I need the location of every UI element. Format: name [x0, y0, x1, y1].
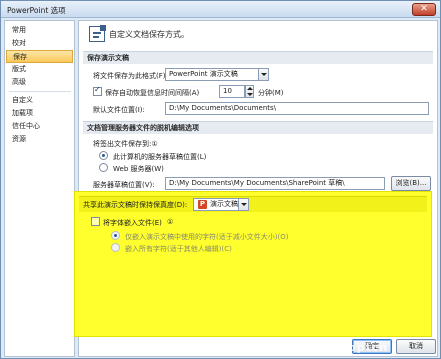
autorecover-minutes-input[interactable]: 10	[219, 85, 245, 98]
window-title: PowerPoint 选项	[7, 6, 66, 15]
save-document-icon	[89, 25, 106, 42]
spin-up-icon[interactable]	[247, 87, 253, 90]
sidebar-item-proofing[interactable]: 校对	[6, 37, 73, 50]
section-save-presentations: 保存演示文稿	[83, 51, 433, 64]
fidelity-presentation-select[interactable]: P 演示文稿1	[193, 198, 249, 211]
chevron-down-icon[interactable]	[258, 69, 268, 80]
radio-embed-all-chars[interactable]	[111, 243, 120, 252]
sidebar-item-layout[interactable]: 版式	[6, 63, 73, 76]
radio-embed-used-chars[interactable]	[111, 231, 120, 240]
autorecover-checkbox[interactable]	[93, 85, 102, 96]
page-title: 自定义文档保存方式。	[109, 30, 189, 39]
sidebar-item-addins[interactable]: 加载项	[6, 107, 73, 120]
radio-web-server-label[interactable]: Web 服务器(W)	[113, 164, 164, 174]
close-button[interactable]: ✕	[412, 3, 436, 16]
close-icon: ✕	[420, 4, 428, 14]
autorecover-label: 保存自动恢复信息时间间隔(A)	[105, 89, 200, 97]
embed-fonts-label[interactable]: 将字体嵌入文件(E)	[103, 218, 162, 228]
radio-embed-all-chars-label[interactable]: 嵌入所有字符(适于其他人编辑)(C)	[125, 244, 232, 254]
checkout-location-label: 将签出文件保存到:①	[93, 140, 158, 148]
sidebar-item-advanced[interactable]: 高级	[6, 76, 73, 89]
cancel-button[interactable]: 取消	[396, 339, 436, 354]
fidelity-label: 共享此演示文稿时保持保真度(D):	[83, 201, 188, 209]
autorecover-minutes-spinner[interactable]	[245, 85, 254, 98]
radio-embed-used-chars-label[interactable]: 仅嵌入演示文稿中使用的字符(适于减小文件大小)(O)	[125, 232, 288, 242]
save-format-label: 将文件保存为此格式(F):	[93, 72, 168, 80]
default-location-input[interactable]: D:\My Documents\Documents\	[165, 102, 429, 115]
section-offline-editing: 文档管理服务器文件的脱机编辑选项	[83, 121, 433, 134]
browse-button[interactable]: 浏览(B)...	[391, 176, 431, 191]
sidebar-item-save[interactable]: 保存	[6, 50, 73, 63]
sidebar-item-general[interactable]: 常用	[6, 24, 73, 37]
sidebar: 常用 校对 保存 版式 高级 自定义 加载项 信任中心 资源	[4, 20, 75, 357]
minutes-unit-label: 分钟(M)	[258, 89, 284, 97]
sidebar-item-customize[interactable]: 自定义	[6, 94, 73, 107]
server-drafts-label: 服务器草稿位置(V):	[93, 181, 155, 189]
fidelity-section-highlight: 共享此演示文稿时保持保真度(D): P 演示文稿1 将字体嵌入文件(E) ① 仅…	[74, 191, 432, 337]
default-location-label: 默认文件位置(I):	[93, 106, 145, 114]
radio-web-server[interactable]	[99, 163, 108, 172]
sidebar-item-trust-center[interactable]: 信任中心	[6, 120, 73, 133]
save-format-select[interactable]: PowerPoint 演示文稿	[165, 68, 269, 81]
spin-down-icon[interactable]	[247, 93, 253, 96]
radio-local-drafts[interactable]	[99, 151, 108, 160]
server-drafts-input[interactable]: D:\My Documents\My Documents\SharePoint …	[165, 177, 385, 190]
title-bar[interactable]: PowerPoint 选项 ✕	[1, 1, 440, 18]
embed-fonts-info-icon: ①	[167, 218, 174, 226]
sidebar-divider	[9, 91, 71, 92]
fidelity-section-bar: 共享此演示文稿时保持保真度(D): P 演示文稿1	[79, 196, 427, 212]
chevron-down-icon[interactable]	[238, 199, 248, 210]
watermark: 泡泡游 pptcn	[307, 341, 389, 354]
options-dialog: PowerPoint 选项 ✕ 常用 校对 保存 版式 高级 自定义 加载项 信…	[0, 0, 441, 359]
powerpoint-file-icon: P	[198, 200, 207, 209]
save-format-value: PowerPoint 演示文稿	[169, 70, 238, 78]
embed-fonts-checkbox[interactable]	[91, 217, 100, 226]
radio-local-drafts-label[interactable]: 此计算机的服务器草稿位置(L)	[113, 152, 206, 162]
sidebar-item-resources[interactable]: 资源	[6, 133, 73, 146]
